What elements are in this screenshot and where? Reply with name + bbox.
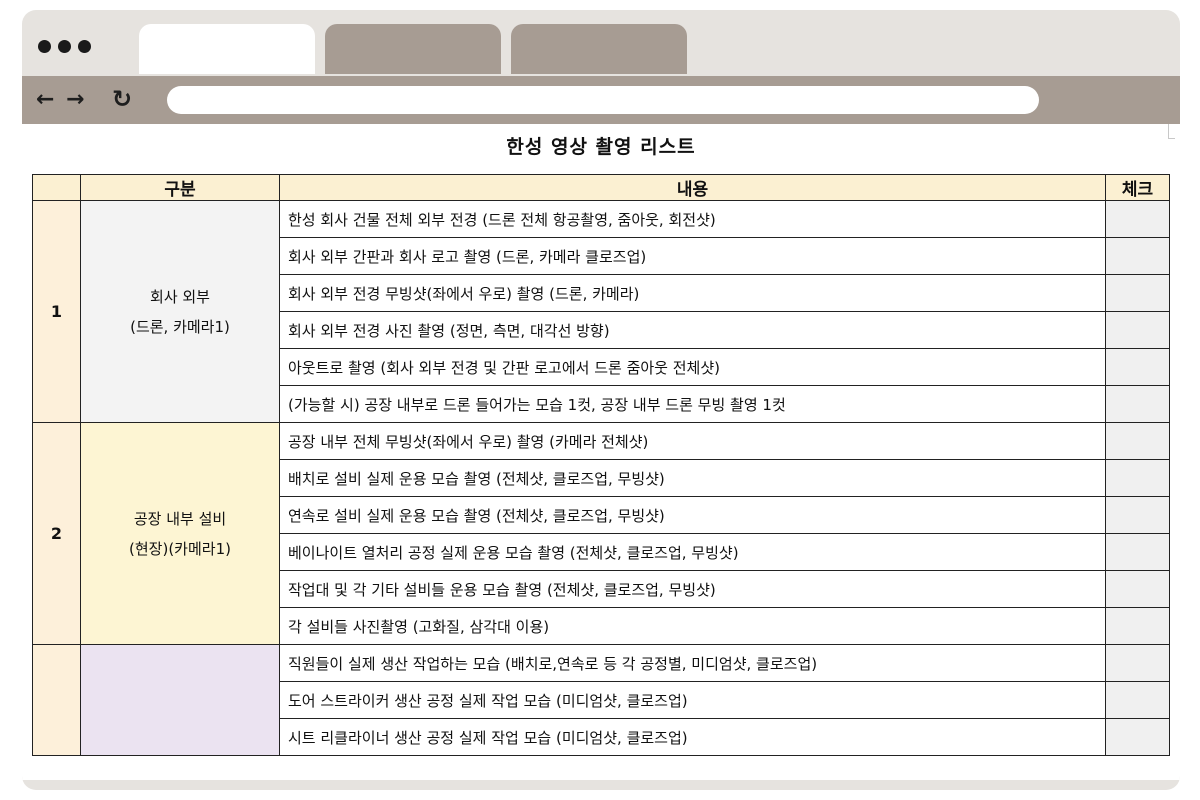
address-bar[interactable] <box>167 86 1039 114</box>
table-row: 2 공장 내부 설비 (현장)(카메라1) 공장 내부 전체 무빙샷(좌에서 우… <box>32 422 1170 645</box>
group-number: 2 <box>32 422 81 645</box>
header-category: 구분 <box>80 174 280 201</box>
tab-2[interactable] <box>325 24 501 74</box>
arrow-right-icon[interactable]: → <box>66 89 84 111</box>
page-content: 한성 영상 촬영 리스트 구분 내용 체크 1 회사 외부 (드론, 카메라1)… <box>22 124 1180 780</box>
category-line1: 공장 내부 설비 <box>133 509 227 528</box>
header-check: 체크 <box>1105 174 1170 201</box>
table-header-row: 구분 내용 체크 <box>32 174 1170 201</box>
check-cell[interactable] <box>1105 496 1170 534</box>
group-number: 1 <box>32 200 81 423</box>
browser-toolbar: ← → ↻ <box>22 76 1180 124</box>
check-cell[interactable] <box>1105 718 1170 756</box>
maximize-dot[interactable] <box>78 40 91 53</box>
category-line2: (현장)(카메라1) <box>129 539 231 558</box>
list-item[interactable]: 각 설비들 사진촬영 (고화질, 삼각대 이용) <box>279 607 1106 645</box>
group-category: 공장 내부 설비 (현장)(카메라1) <box>80 422 280 645</box>
list-item[interactable]: 배치로 설비 실제 운용 모습 촬영 (전체샷, 클로즈업, 무빙샷) <box>279 459 1106 497</box>
group-category <box>80 644 280 756</box>
list-item[interactable]: 한성 회사 건물 전체 외부 전경 (드론 전체 항공촬영, 줌아웃, 회전샷) <box>279 200 1106 238</box>
window-controls <box>38 40 91 53</box>
check-cell[interactable] <box>1105 200 1170 238</box>
check-cell[interactable] <box>1105 385 1170 423</box>
check-cell[interactable] <box>1105 681 1170 719</box>
check-cell[interactable] <box>1105 644 1170 682</box>
browser-window: ← → ↻ 한성 영상 촬영 리스트 구분 내용 체크 1 회사 외부 (드론,… <box>22 10 1180 790</box>
list-item[interactable]: (가능할 시) 공장 내부로 드론 들어가는 모습 1컷, 공장 내부 드론 무… <box>279 385 1106 423</box>
check-cell[interactable] <box>1105 607 1170 645</box>
check-cell[interactable] <box>1105 237 1170 275</box>
check-cell[interactable] <box>1105 274 1170 312</box>
list-item[interactable]: 회사 외부 간판과 회사 로고 촬영 (드론, 카메라 클로즈업) <box>279 237 1106 275</box>
tab-3[interactable] <box>511 24 687 74</box>
check-cell[interactable] <box>1105 311 1170 349</box>
table-row: 직원들이 실제 생산 작업하는 모습 (배치로,연속로 등 각 공정별, 미디엄… <box>32 644 1170 756</box>
list-item[interactable]: 작업대 및 각 기타 설비들 운용 모습 촬영 (전체샷, 클로즈업, 무빙샷) <box>279 570 1106 608</box>
group-category: 회사 외부 (드론, 카메라1) <box>80 200 280 423</box>
minimize-dot[interactable] <box>58 40 71 53</box>
list-item[interactable]: 도어 스트라이커 생산 공정 실제 작업 모습 (미디엄샷, 클로즈업) <box>279 681 1106 719</box>
shooting-list-table: 구분 내용 체크 1 회사 외부 (드론, 카메라1) 한성 회사 건물 전체 … <box>32 174 1170 756</box>
list-item[interactable]: 아웃트로 촬영 (회사 외부 전경 및 간판 로고에서 드론 줌아웃 전체샷) <box>279 348 1106 386</box>
check-cell[interactable] <box>1105 533 1170 571</box>
list-item[interactable]: 회사 외부 전경 사진 촬영 (정면, 측면, 대각선 방향) <box>279 311 1106 349</box>
list-item[interactable]: 회사 외부 전경 무빙샷(좌에서 우로) 촬영 (드론, 카메라) <box>279 274 1106 312</box>
list-item[interactable]: 직원들이 실제 생산 작업하는 모습 (배치로,연속로 등 각 공정별, 미디엄… <box>279 644 1106 682</box>
tab-active[interactable] <box>139 24 315 74</box>
reload-icon[interactable]: ↻ <box>112 87 132 111</box>
page-title: 한성 영상 촬영 리스트 <box>506 136 696 158</box>
check-cell[interactable] <box>1105 348 1170 386</box>
table-row: 1 회사 외부 (드론, 카메라1) 한성 회사 건물 전체 외부 전경 (드론… <box>32 200 1170 423</box>
list-item[interactable]: 베이나이트 열처리 공정 실제 운용 모습 촬영 (전체샷, 클로즈업, 무빙샷… <box>279 533 1106 571</box>
header-number <box>32 174 81 201</box>
list-item[interactable]: 시트 리클라이너 생산 공정 실제 작업 모습 (미디엄샷, 클로즈업) <box>279 718 1106 756</box>
check-cell[interactable] <box>1105 422 1170 460</box>
arrow-left-icon[interactable]: ← <box>36 89 54 111</box>
page-corner-mark <box>1168 124 1175 139</box>
group-number <box>32 644 81 756</box>
header-content: 내용 <box>279 174 1106 201</box>
category-line1: 회사 외부 <box>150 287 210 306</box>
list-item[interactable]: 연속로 설비 실제 운용 모습 촬영 (전체샷, 클로즈업, 무빙샷) <box>279 496 1106 534</box>
list-item[interactable]: 공장 내부 전체 무빙샷(좌에서 우로) 촬영 (카메라 전체샷) <box>279 422 1106 460</box>
check-cell[interactable] <box>1105 459 1170 497</box>
check-cell[interactable] <box>1105 570 1170 608</box>
category-line2: (드론, 카메라1) <box>130 317 230 336</box>
close-dot[interactable] <box>38 40 51 53</box>
